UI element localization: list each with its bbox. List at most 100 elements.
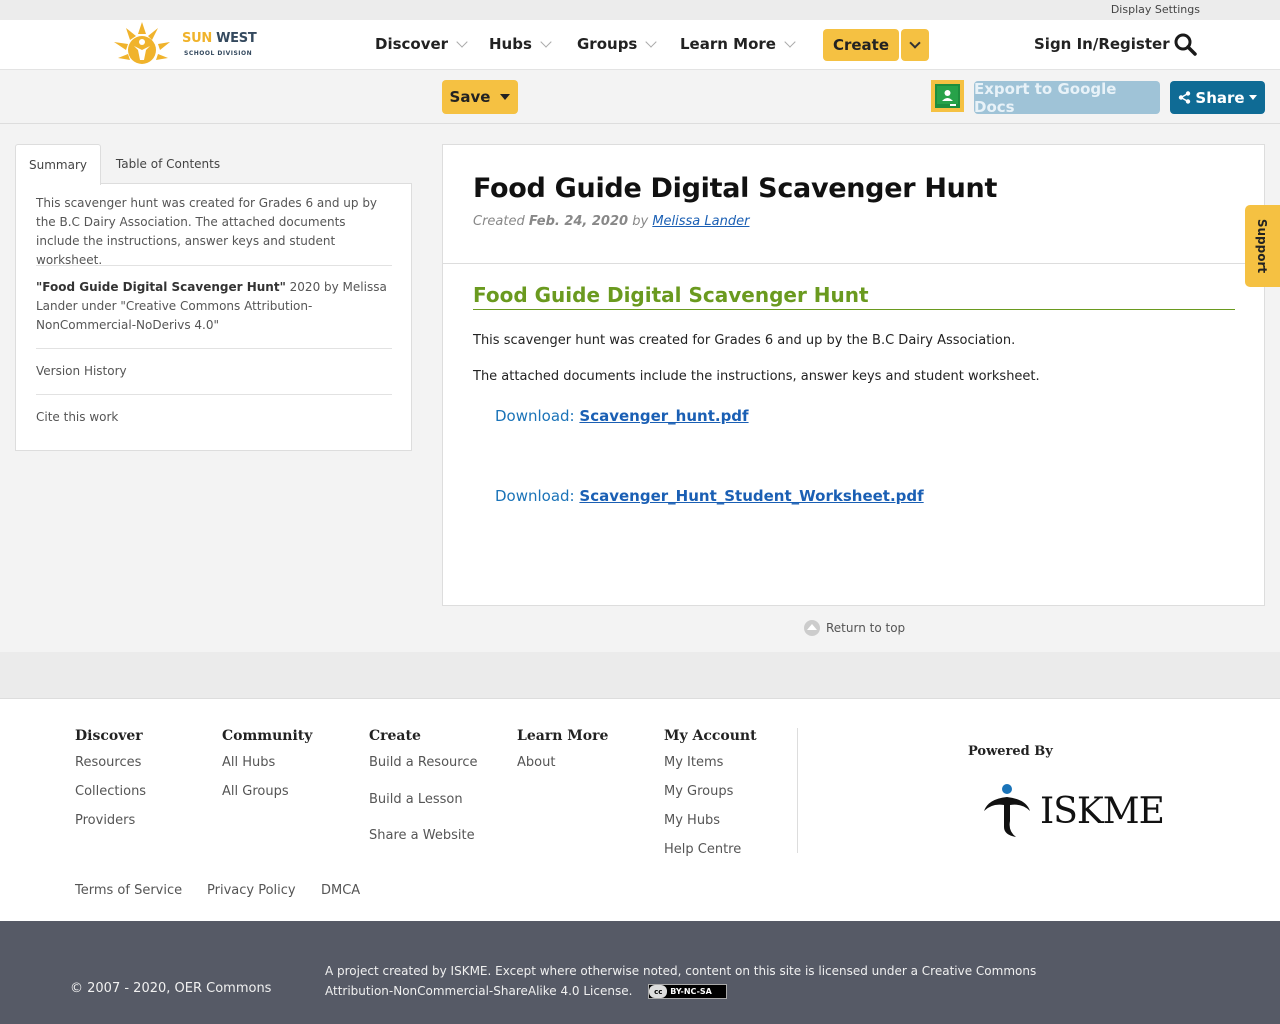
footer-col-discover: Discover Resources Collections Providers xyxy=(75,728,146,839)
chevron-down-icon xyxy=(909,36,921,49)
download-link-scavenger-hunt[interactable]: Scavenger_hunt.pdf xyxy=(579,407,748,425)
google-classroom-button[interactable] xyxy=(931,80,964,112)
footer-link-resources[interactable]: Resources xyxy=(75,752,146,781)
cc-badge-label: BY-NC-SA xyxy=(670,986,712,996)
dmca-link[interactable]: DMCA xyxy=(321,883,360,898)
divider xyxy=(36,348,392,349)
license-text: A project created by ISKME. Except where… xyxy=(325,961,1075,1001)
footer-link-my-hubs[interactable]: My Hubs xyxy=(664,810,757,839)
footer-col-create: Create Build a Resource Build a Lesson S… xyxy=(369,728,477,854)
section-heading: Food Guide Digital Scavenger Hunt xyxy=(473,283,1235,310)
attribution-text: "Food Guide Digital Scavenger Hunt" 2020… xyxy=(36,278,392,335)
nav-discover[interactable]: Discover xyxy=(375,35,468,53)
iskme-wordmark: ISKME xyxy=(1040,790,1165,832)
support-tab[interactable]: Support xyxy=(1245,205,1280,287)
tab-table-of-contents[interactable]: Table of Contents xyxy=(105,144,231,184)
logo-subtext: SCHOOL DIVISION xyxy=(184,50,253,57)
sign-in-register-link[interactable]: Sign In/Register xyxy=(1034,35,1170,53)
copyright-text: © 2007 - 2020, OER Commons xyxy=(70,981,272,996)
footer-link-about[interactable]: About xyxy=(517,752,608,781)
footer-link-my-items[interactable]: My Items xyxy=(664,752,757,781)
chevron-down-icon xyxy=(540,35,552,48)
footer-heading: Community xyxy=(222,728,313,744)
footer-heading: My Account xyxy=(664,728,757,744)
site-footer: Discover Resources Collections Providers… xyxy=(0,698,1280,921)
summary-panel: This scavenger hunt was created for Grad… xyxy=(15,183,412,451)
nav-discover-label: Discover xyxy=(375,35,449,53)
iskme-logo[interactable]: ISKME xyxy=(978,781,1165,841)
terms-of-service-link[interactable]: Terms of Service xyxy=(75,883,182,898)
create-dropdown-toggle[interactable] xyxy=(901,29,929,61)
footer-link-build-lesson[interactable]: Build a Lesson xyxy=(369,789,477,825)
footer-link-share-website[interactable]: Share a Website xyxy=(369,825,477,854)
cite-this-work-link[interactable]: Cite this work xyxy=(36,408,392,427)
create-button[interactable]: Create xyxy=(823,29,899,61)
copyright-bar: © 2007 - 2020, OER Commons A project cre… xyxy=(0,921,1280,1024)
nav-learn-more[interactable]: Learn More xyxy=(680,35,796,53)
display-settings-link[interactable]: Display Settings xyxy=(1111,3,1200,16)
divider xyxy=(36,394,392,395)
download-label: Download: xyxy=(495,407,575,425)
spacer-band xyxy=(0,652,1280,698)
footer-link-my-groups[interactable]: My Groups xyxy=(664,781,757,810)
created-date: Feb. 24, 2020 xyxy=(528,214,629,229)
google-classroom-icon xyxy=(935,84,960,108)
nav-hubs[interactable]: Hubs xyxy=(489,35,552,53)
nav-groups[interactable]: Groups xyxy=(577,35,658,53)
footer-heading: Learn More xyxy=(517,728,609,744)
download-item: Download: Scavenger_hunt.pdf xyxy=(495,407,749,425)
cc-icon: cc xyxy=(649,985,668,998)
privacy-policy-link[interactable]: Privacy Policy xyxy=(207,883,296,898)
return-to-top-link[interactable]: Return to top xyxy=(804,620,905,636)
description-paragraph: The attached documents include the instr… xyxy=(473,369,1040,384)
search-icon[interactable] xyxy=(1173,32,1197,56)
powered-by-label: Powered By xyxy=(968,744,1053,759)
footer-col-learn-more: Learn More About xyxy=(517,728,608,781)
nav-learn-more-label: Learn More xyxy=(680,35,776,53)
author-link[interactable]: Melissa Lander xyxy=(652,214,749,229)
footer-link-collections[interactable]: Collections xyxy=(75,781,146,810)
footer-link-all-groups[interactable]: All Groups xyxy=(222,781,312,810)
arrow-up-icon xyxy=(804,620,820,636)
save-button-label: Save xyxy=(449,88,491,106)
footer-link-providers[interactable]: Providers xyxy=(75,810,146,839)
download-label: Download: xyxy=(495,487,575,505)
cc-license-badge[interactable]: cc BY-NC-SA xyxy=(648,984,728,999)
nav-groups-label: Groups xyxy=(577,35,638,53)
tab-summary[interactable]: Summary xyxy=(15,144,101,185)
logo-text: SUN WEST xyxy=(182,31,257,46)
return-to-top-label: Return to top xyxy=(826,621,906,635)
support-label: Support xyxy=(1255,218,1270,274)
sun-logo-icon xyxy=(114,22,170,64)
attribution-title: "Food Guide Digital Scavenger Hunt" xyxy=(36,280,286,294)
footer-heading: Discover xyxy=(75,728,143,744)
share-icon xyxy=(1179,91,1191,104)
caret-down-icon xyxy=(1248,95,1257,100)
footer-col-community: Community All Hubs All Groups xyxy=(222,728,312,810)
footer-heading: Create xyxy=(369,728,421,744)
share-button-label: Share xyxy=(1195,88,1245,107)
resource-card: Food Guide Digital Scavenger Hunt Create… xyxy=(442,144,1265,606)
download-item: Download: Scavenger_Hunt_Student_Workshe… xyxy=(495,487,924,505)
sidebar-tabs: Summary Table of Contents xyxy=(15,144,412,185)
download-link-student-worksheet[interactable]: Scavenger_Hunt_Student_Worksheet.pdf xyxy=(579,487,923,505)
footer-link-build-resource[interactable]: Build a Resource xyxy=(369,752,477,789)
chevron-down-icon xyxy=(645,35,658,48)
chevron-down-icon xyxy=(784,35,796,48)
sun-west-logo[interactable]: SUN WEST SCHOOL DIVISION xyxy=(112,20,262,68)
nav-hubs-label: Hubs xyxy=(489,35,532,53)
export-to-google-docs-button[interactable]: Export to Google Docs xyxy=(974,80,1160,116)
divider xyxy=(443,263,1264,264)
footer-link-all-hubs[interactable]: All Hubs xyxy=(222,752,312,781)
site-header: SUN WEST SCHOOL DIVISION Discover Hubs G… xyxy=(0,20,1280,70)
by-label: by xyxy=(632,214,649,229)
footer-link-help-centre[interactable]: Help Centre xyxy=(664,839,757,868)
created-label: Created xyxy=(473,214,525,229)
share-button[interactable]: Share xyxy=(1170,81,1265,114)
chevron-down-icon xyxy=(456,35,468,48)
resource-meta: Created Feb. 24, 2020 by Melissa Lander xyxy=(473,214,749,229)
iskme-logo-icon xyxy=(984,784,1030,837)
summary-text: This scavenger hunt was created for Grad… xyxy=(36,196,378,267)
save-button[interactable]: Save xyxy=(442,80,518,114)
version-history-link[interactable]: Version History xyxy=(36,362,392,381)
